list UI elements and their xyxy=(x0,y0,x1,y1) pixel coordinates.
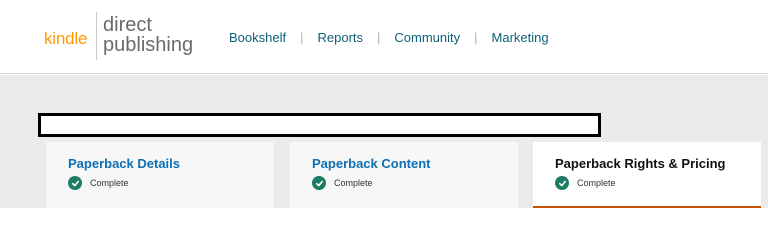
step-title[interactable]: Paperback Content xyxy=(312,156,430,171)
step-tab-paperback-details[interactable]: Paperback Details Complete xyxy=(46,142,274,208)
nav-marketing-link[interactable]: Marketing xyxy=(492,30,549,45)
redacted-title-box xyxy=(38,113,601,137)
content-area: Paperback Details Complete Paperback Con… xyxy=(0,75,768,208)
logo-direct-text: direct xyxy=(103,14,152,36)
step-status: Complete xyxy=(312,176,373,190)
nav-separator: | xyxy=(377,30,381,45)
check-circle-icon xyxy=(555,176,569,190)
nav-reports-link[interactable]: Reports xyxy=(317,30,363,45)
step-tab-paperback-content[interactable]: Paperback Content Complete xyxy=(290,142,518,208)
step-status-text: Complete xyxy=(90,178,129,188)
logo-kindle-text: kindle xyxy=(44,29,88,48)
step-status-text: Complete xyxy=(334,178,373,188)
main-nav: Bookshelf | Reports | Community | Market… xyxy=(229,30,549,45)
nav-separator: | xyxy=(300,30,304,45)
nav-separator: | xyxy=(474,30,478,45)
nav-bookshelf-link[interactable]: Bookshelf xyxy=(229,30,286,45)
step-status: Complete xyxy=(68,176,129,190)
logo-publishing-text: publishing xyxy=(103,34,194,56)
step-status: Complete xyxy=(555,176,616,190)
nav-community-link[interactable]: Community xyxy=(394,30,460,45)
top-navigation-bar: kindle direct publishing Bookshelf | Rep… xyxy=(0,0,768,74)
step-tab-paperback-rights-pricing[interactable]: Paperback Rights & Pricing Complete xyxy=(533,142,761,208)
logo-divider xyxy=(96,12,97,60)
step-title[interactable]: Paperback Rights & Pricing xyxy=(555,156,726,171)
step-title[interactable]: Paperback Details xyxy=(68,156,180,171)
check-circle-icon xyxy=(312,176,326,190)
check-circle-icon xyxy=(68,176,82,190)
step-status-text: Complete xyxy=(577,178,616,188)
